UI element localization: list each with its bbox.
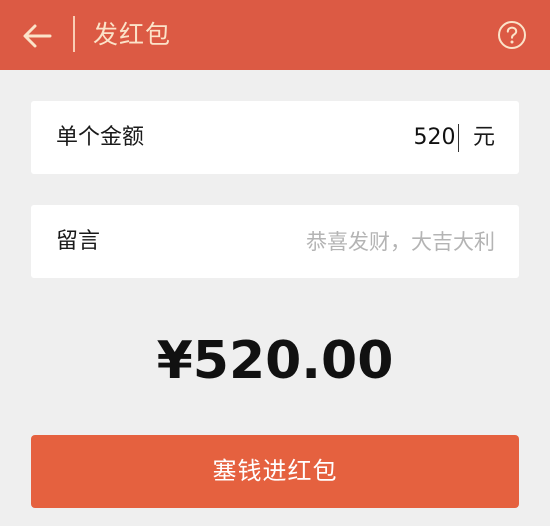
back-button[interactable]: [18, 17, 56, 55]
total-amount: ¥520.00: [156, 331, 394, 391]
top-bar: 发红包: [0, 0, 550, 70]
header-divider: [73, 16, 75, 52]
amount-card: 单个金额 520 元: [31, 101, 519, 174]
help-button[interactable]: [497, 20, 527, 50]
amount-label: 单个金额: [56, 125, 145, 150]
question-circle-icon: [498, 21, 526, 49]
arrow-left-icon: [23, 24, 52, 48]
note-label: 留言: [56, 229, 101, 254]
amount-value: 520: [413, 125, 456, 150]
amount-unit: 元: [472, 125, 495, 150]
note-input[interactable]: [195, 225, 495, 259]
amount-input[interactable]: 520: [413, 121, 459, 155]
page-title: 发红包: [93, 20, 172, 49]
submit-button[interactable]: 塞钱进红包: [31, 435, 519, 508]
text-caret: [457, 124, 459, 152]
note-card: 留言: [31, 205, 519, 278]
